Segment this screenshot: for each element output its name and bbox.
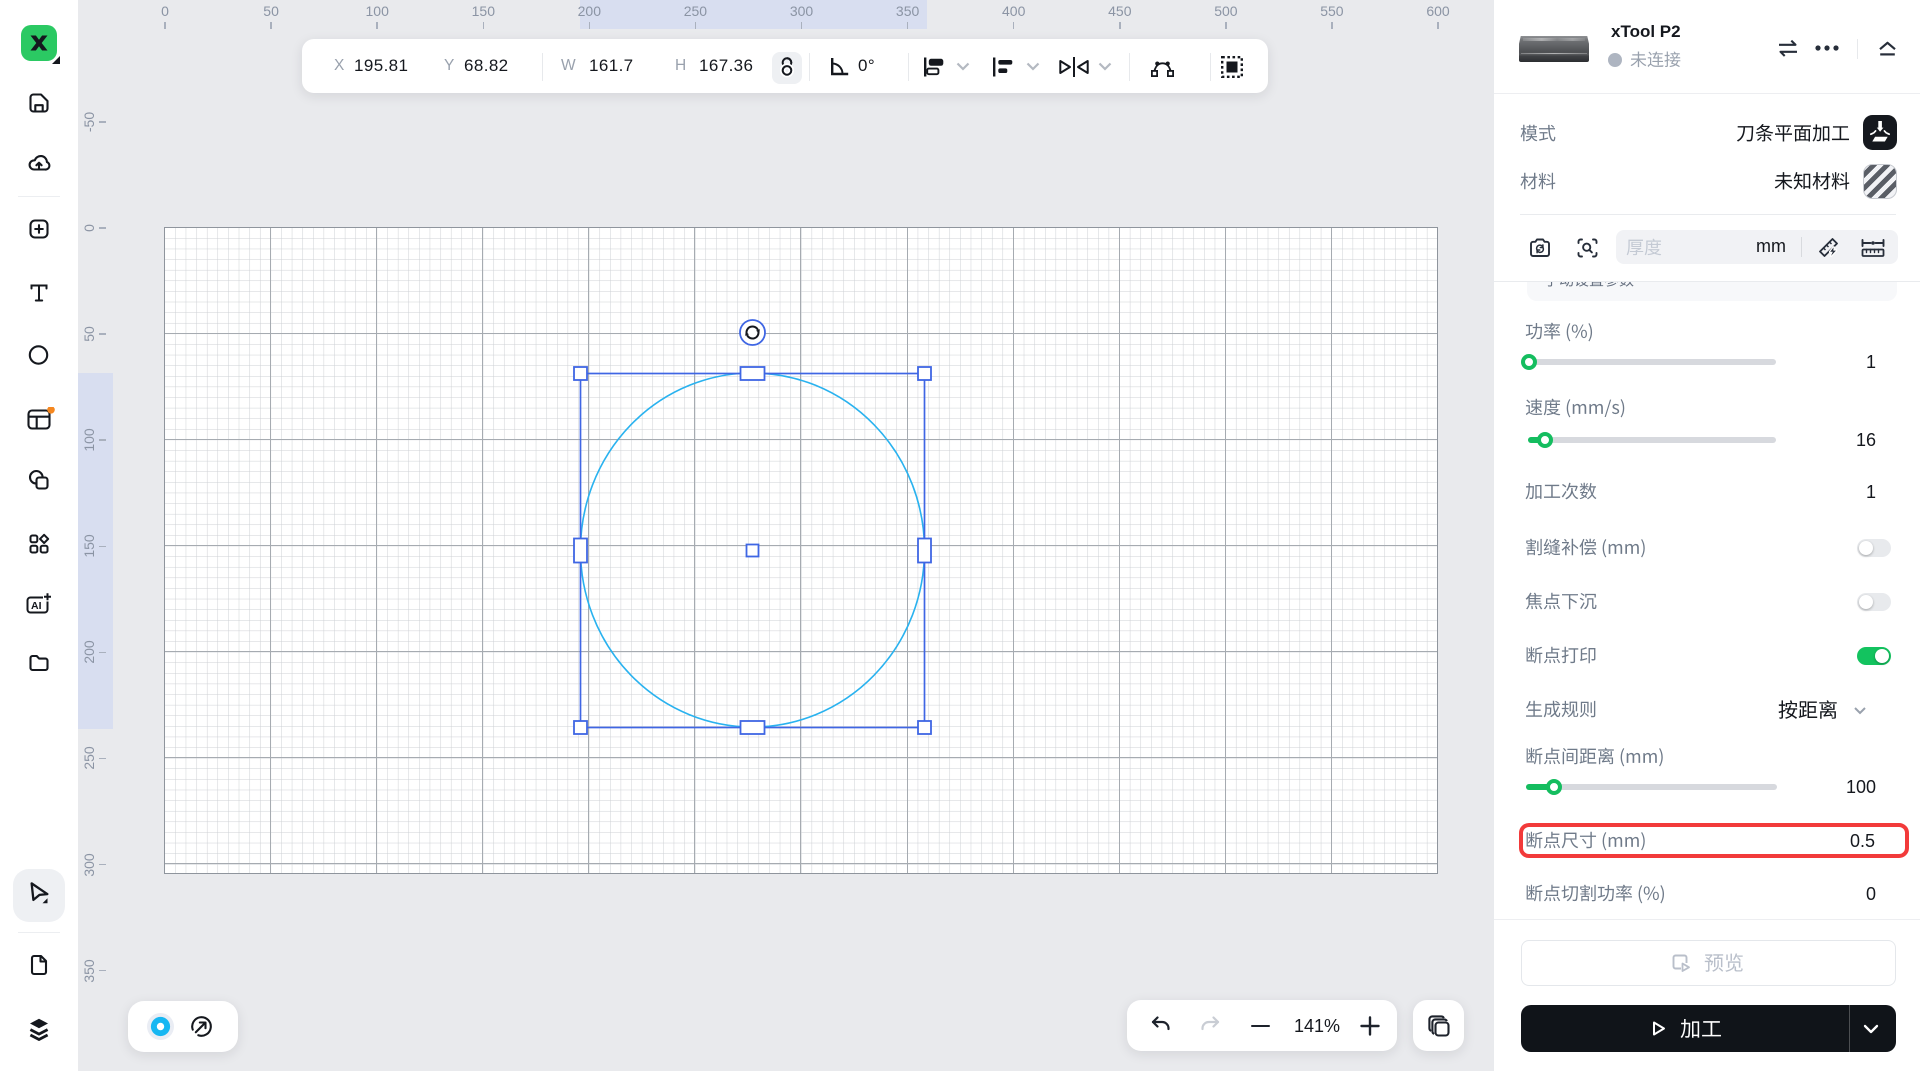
svg-text:AI: AI xyxy=(31,600,42,612)
